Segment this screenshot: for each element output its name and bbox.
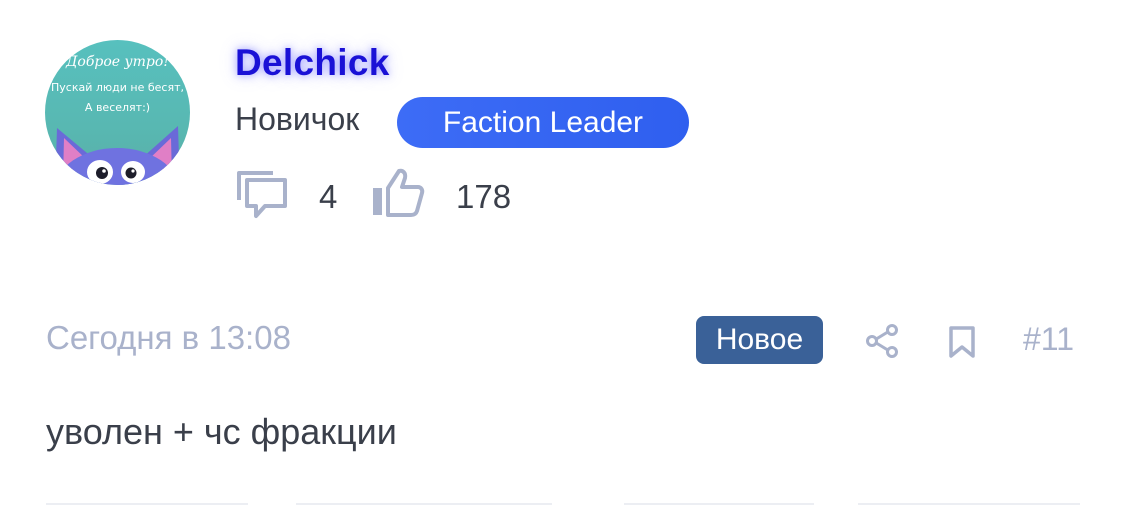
new-badge: Новое — [696, 316, 823, 364]
share-icon[interactable] — [865, 324, 899, 358]
thumbs-up-icon — [373, 168, 425, 217]
messages-count: 4 — [319, 178, 338, 215]
avatar[interactable]: Доброе утро! Пускай люди не бесят, А вес… — [45, 40, 190, 185]
username[interactable]: Delchick — [235, 42, 390, 84]
bookmark-icon[interactable] — [948, 325, 976, 359]
message-bubbles-icon — [237, 171, 287, 218]
post-body-text: уволен + чс фракции — [46, 411, 397, 452]
divider — [46, 503, 248, 505]
user-rank: Новичок — [235, 101, 360, 137]
cat-character-image — [55, 126, 180, 185]
post-number-link[interactable]: #11 — [1023, 321, 1074, 358]
divider — [858, 503, 1080, 505]
post-date[interactable]: Сегодня в 13:08 — [46, 319, 291, 357]
likes-count: 178 — [456, 178, 512, 215]
divider — [624, 503, 814, 505]
divider — [296, 503, 552, 505]
role-badge: Faction Leader — [397, 97, 689, 148]
forum-post: Доброе утро! Пускай люди не бесят, А вес… — [0, 0, 1125, 506]
